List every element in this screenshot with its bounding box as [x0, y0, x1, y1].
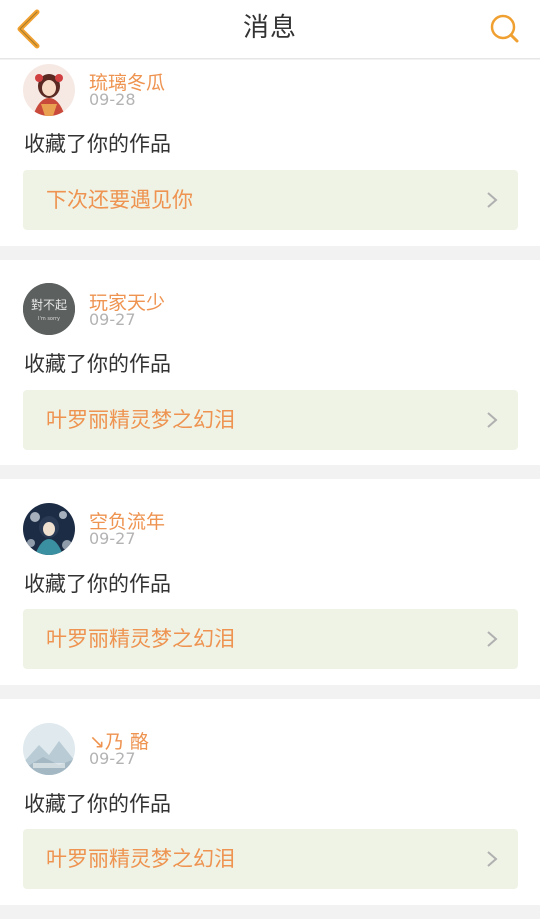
message-card: 對不起 I'm sorry 玩家天少 09-27 收藏了你的作品 叶罗丽精灵梦之…	[0, 260, 540, 465]
chevron-right-icon	[487, 851, 498, 867]
work-link[interactable]: 叶罗丽精灵梦之幻泪	[23, 829, 518, 889]
avatar[interactable]	[23, 64, 75, 116]
action-text: 收藏了你的作品	[24, 572, 171, 596]
message-card: ↘乃 酪 09-27 收藏了你的作品 叶罗丽精灵梦之幻泪	[0, 699, 540, 905]
message-date: 09-27	[89, 529, 136, 548]
chevron-right-icon	[487, 412, 498, 428]
work-link[interactable]: 下次还要遇见你	[23, 170, 518, 230]
avatar[interactable]: 對不起 I'm sorry	[23, 283, 75, 335]
top-bar: 消息	[0, 0, 540, 59]
message-date: 09-28	[89, 90, 136, 109]
avatar[interactable]	[23, 503, 75, 555]
action-text: 收藏了你的作品	[24, 132, 171, 156]
action-text: 收藏了你的作品	[24, 352, 171, 376]
landscape-avatar-icon	[23, 723, 75, 775]
avatar-text: 對不起	[31, 298, 67, 312]
anime-girl-avatar-icon	[23, 64, 75, 116]
avatar-subtext: I'm sorry	[38, 316, 60, 322]
message-card: 琉璃冬瓜 09-28 收藏了你的作品 下次还要遇见你	[0, 60, 540, 246]
work-title: 下次还要遇见你	[46, 188, 193, 212]
chevron-right-icon	[487, 192, 498, 208]
work-title: 叶罗丽精灵梦之幻泪	[46, 408, 235, 432]
message-card: 空负流年 09-27 收藏了你的作品 叶罗丽精灵梦之幻泪	[0, 479, 540, 685]
chevron-right-icon	[487, 631, 498, 647]
work-link[interactable]: 叶罗丽精灵梦之幻泪	[23, 609, 518, 669]
anime-character-avatar-icon	[23, 503, 75, 555]
action-text: 收藏了你的作品	[24, 792, 171, 816]
work-title: 叶罗丽精灵梦之幻泪	[46, 847, 235, 871]
search-icon	[490, 14, 519, 43]
page-title: 消息	[242, 13, 297, 43]
search-button[interactable]	[486, 10, 526, 50]
message-date: 09-27	[89, 749, 136, 768]
work-link[interactable]: 叶罗丽精灵梦之幻泪	[23, 390, 518, 450]
calligraphy-avatar-icon: 對不起 I'm sorry	[23, 283, 75, 335]
avatar[interactable]	[23, 723, 75, 775]
work-title: 叶罗丽精灵梦之幻泪	[46, 627, 235, 651]
message-date: 09-27	[89, 310, 136, 329]
